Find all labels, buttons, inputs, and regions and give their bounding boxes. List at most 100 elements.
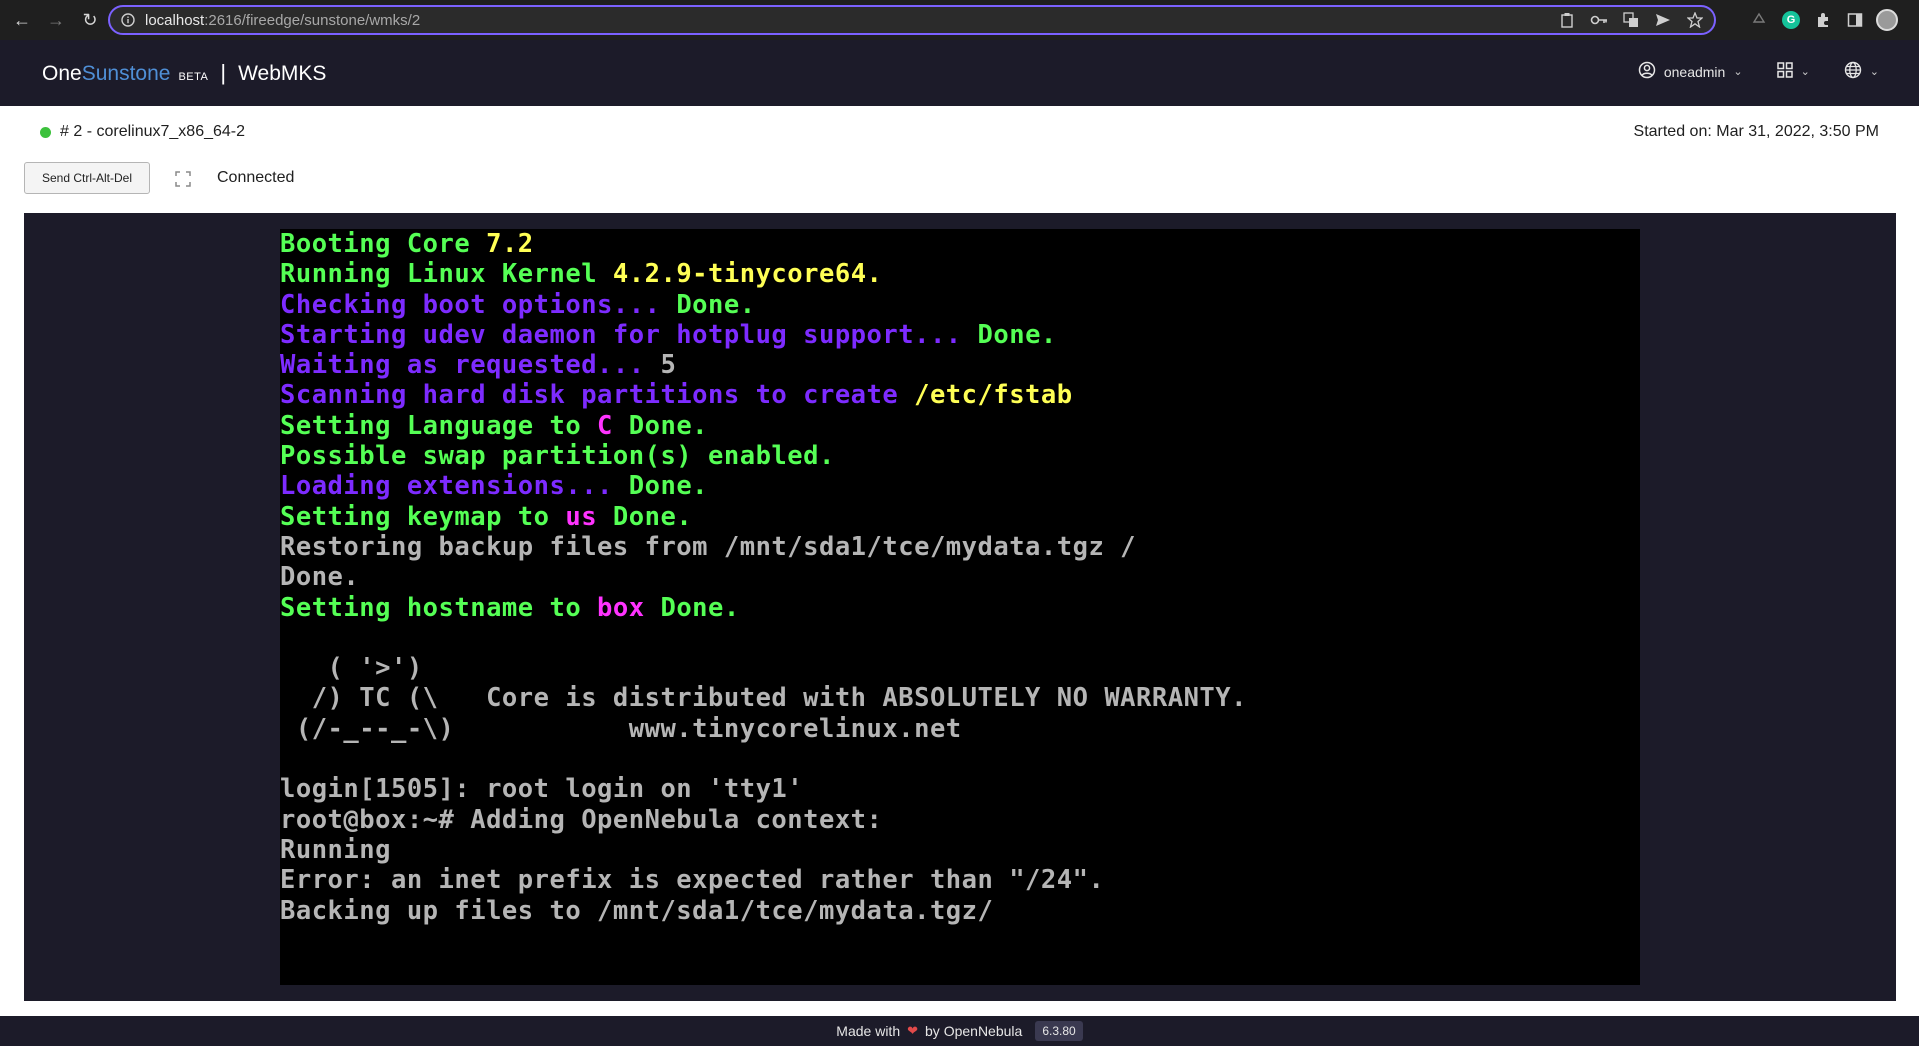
connection-status: Connected — [217, 169, 295, 186]
terminal-text: Starting udev daemon for hotplug support… — [280, 319, 978, 350]
chevron-down-icon: ⌄ — [1733, 66, 1743, 78]
beta-badge: BETA — [178, 71, 209, 83]
url-path: :2616/fireedge/sunstone/wmks/2 — [204, 11, 421, 29]
terminal-text: Done. — [612, 410, 709, 441]
terminal-line: Loading extensions... Done. — [280, 471, 1640, 501]
terminal-text: Setting keymap to — [280, 501, 566, 532]
back-icon[interactable]: ← — [10, 8, 34, 32]
footer-made-with: Made with — [836, 1023, 901, 1039]
extensions-puzzle-icon[interactable] — [1811, 8, 1835, 32]
vm-started-time: Started on: Mar 31, 2022, 3:50 PM — [1633, 123, 1879, 140]
vm-name: # 2 - corelinux7_x86_64-2 — [60, 123, 246, 140]
page-title: WebMKS — [238, 62, 327, 85]
terminal-line: Setting hostname to box Done. — [280, 593, 1640, 623]
reload-icon[interactable]: ↻ — [78, 8, 102, 32]
terminal-line: Booting Core 7.2 — [280, 229, 1640, 259]
terminal-text: Error: an inet prefix is expected rather… — [280, 865, 1105, 896]
terminal-line: root@box:~# Adding OpenNebula context: — [280, 805, 1640, 835]
terminal-text: root@box:~# Adding OpenNebula context: — [280, 804, 883, 835]
terminal-text: Backing up files to /mnt/sda1/tce/mydata… — [280, 895, 994, 926]
address-bar[interactable]: localhost:2616/fireedge/sunstone/wmks/2 — [108, 5, 1716, 35]
recycle-extension-icon[interactable] — [1747, 8, 1771, 32]
send-ctrl-alt-del-button[interactable]: Send Ctrl-Alt-Del — [24, 162, 150, 194]
translate-icon[interactable] — [1618, 10, 1644, 30]
terminal-text: Setting hostname to — [280, 592, 598, 623]
heart-icon: ❤ — [907, 1023, 919, 1038]
terminal-text: Restoring backup files from /mnt/sda1/tc… — [280, 531, 1137, 562]
views-menu[interactable]: ⌄ — [1776, 62, 1810, 81]
terminal-text: Possible swap partition(s) enabled. — [280, 441, 835, 472]
terminal-line: Starting udev daemon for hotplug support… — [280, 320, 1640, 350]
vm-info-bar: # 2 - corelinux7_x86_64-2 Started on: Ma… — [0, 106, 1919, 160]
terminal-line: Running Linux Kernel 4.2.9-tinycore64. — [280, 259, 1640, 289]
terminal-text: Done. — [977, 319, 1057, 350]
terminal-line: Setting Language to C Done. — [280, 411, 1640, 441]
user-circle-icon — [1638, 61, 1656, 82]
clipboard-icon[interactable] — [1554, 10, 1580, 30]
username: oneadmin — [1663, 63, 1726, 80]
terminal-line: /) TC (\ Core is distributed with ABSOLU… — [280, 683, 1640, 713]
side-panel-icon[interactable] — [1843, 8, 1867, 32]
terminal-text: 5 — [660, 350, 677, 381]
user-menu[interactable]: oneadmin ⌄ — [1638, 61, 1743, 82]
terminal-text: Done. — [676, 289, 756, 320]
terminal-text: 7.2 — [486, 229, 534, 259]
terminal-text: Loading extensions... — [280, 471, 629, 502]
terminal-line: Done. — [280, 562, 1640, 592]
terminal-text: us — [565, 501, 598, 532]
terminal-line: Possible swap partition(s) enabled. — [280, 441, 1640, 471]
terminal-text: Running Linux Kernel — [280, 259, 613, 290]
chevron-down-icon: ⌄ — [1869, 66, 1879, 78]
app-header: One Sunstone BETA | WebMKS oneadmin ⌄ ⌄ ⌄ — [0, 40, 1919, 106]
terminal-line: Scanning hard disk partitions to create … — [280, 380, 1640, 410]
brand-logo[interactable]: One Sunstone BETA | WebMKS — [42, 60, 326, 86]
language-menu[interactable]: ⌄ — [1844, 61, 1879, 82]
site-info-icon[interactable] — [119, 11, 137, 29]
terminal-text: Booting Core — [280, 229, 487, 259]
terminal-text: Done. — [644, 592, 740, 623]
grammarly-icon[interactable]: G — [1779, 8, 1803, 32]
terminal-output: Booting Core 7.2 Running Linux Kernel 4.2… — [280, 229, 1640, 926]
terminal-line: Waiting as requested... 5 — [280, 350, 1640, 380]
terminal-line: Setting keymap to us Done. — [280, 502, 1640, 532]
terminal-text: login[1505]: root login on 'tty1' — [280, 774, 804, 805]
version-badge: 6.3.80 — [1035, 1021, 1083, 1041]
globe-icon — [1844, 61, 1862, 82]
key-icon[interactable] — [1586, 10, 1612, 30]
terminal-line: Checking boot options... Done. — [280, 290, 1640, 320]
footer-by-opennebula[interactable]: by OpenNebula — [925, 1023, 1022, 1039]
url-host: localhost — [145, 11, 205, 29]
forward-icon[interactable]: → — [44, 8, 68, 32]
terminal-text: Running — [280, 834, 391, 865]
profile-avatar-icon[interactable] — [1875, 8, 1899, 32]
terminal-line: login[1505]: root login on 'tty1' — [280, 774, 1640, 804]
terminal-text: Done. — [280, 562, 360, 593]
terminal-text: Done. — [597, 501, 693, 532]
console-controls: Send Ctrl-Alt-Del Connected — [0, 160, 1919, 210]
footer: Made with ❤ by OpenNebula 6.3.80 — [0, 1016, 1919, 1046]
vm-console-screen[interactable]: Booting Core 7.2 Running Linux Kernel 4.2… — [280, 229, 1640, 985]
terminal-text: Checking boot options... — [280, 289, 677, 320]
terminal-text: /etc/fstab — [914, 380, 1073, 411]
brand-one: One — [42, 62, 82, 85]
bookmark-star-icon[interactable] — [1682, 10, 1708, 30]
vm-status-indicator — [40, 127, 51, 138]
terminal-line: Backing up files to /mnt/sda1/tce/mydata… — [280, 896, 1640, 926]
terminal-line: (/-_--_-\) www.tinycorelinux.net — [280, 714, 1640, 744]
send-icon[interactable] — [1650, 10, 1676, 30]
chevron-down-icon: ⌄ — [1800, 66, 1810, 78]
title-separator: | — [220, 60, 227, 85]
terminal-text: ( '>') — [280, 653, 423, 684]
terminal-line: Running — [280, 835, 1640, 865]
terminal-line: ( '>') — [280, 653, 1640, 683]
terminal-text: /) TC (\ Core is distributed with ABSOLU… — [280, 683, 1247, 714]
fullscreen-icon[interactable] — [172, 168, 194, 190]
terminal-line: Restoring backup files from /mnt/sda1/tc… — [280, 532, 1640, 562]
brand-sunstone: Sunstone — [81, 62, 171, 85]
grid-icon — [1776, 62, 1793, 81]
terminal-text: (/-_--_-\) www.tinycorelinux.net — [280, 713, 962, 744]
terminal-text: C — [597, 410, 613, 441]
terminal-text: Scanning hard disk partitions to create — [280, 380, 915, 411]
